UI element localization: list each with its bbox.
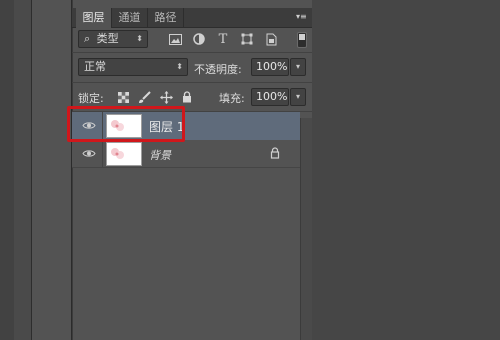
fill-dropdown-arrow[interactable]: ▾ xyxy=(290,88,306,106)
filter-kind-label: 类型 xyxy=(96,32,119,45)
divider xyxy=(102,140,103,168)
tab-layers[interactable]: 图层 xyxy=(76,8,112,28)
fill-label: 填充: xyxy=(219,92,245,105)
opacity-label: 不透明度: xyxy=(194,63,242,76)
panel-tab-bar: 图层 通道 路径 ▾≡ xyxy=(72,8,312,28)
tab-channels[interactable]: 通道 xyxy=(112,8,148,28)
search-icon: ⌕ xyxy=(84,32,91,45)
image-filter-icon[interactable] xyxy=(168,32,182,46)
filter-kind-dropdown[interactable]: ⌕ 类型 ⬍ xyxy=(78,30,148,48)
opacity-dropdown-arrow[interactable]: ▾ xyxy=(290,58,306,76)
opacity-input[interactable]: 100% xyxy=(251,58,289,76)
fill-input[interactable]: 100% xyxy=(251,88,289,106)
adjustment-filter-icon[interactable] xyxy=(192,32,206,46)
panel-menu-icon[interactable]: ▾≡ xyxy=(296,12,308,22)
layer-thumbnail[interactable] xyxy=(106,142,142,166)
lock-position-icon[interactable] xyxy=(159,90,173,104)
highlight-annotation-box xyxy=(67,106,185,142)
lock-all-icon[interactable] xyxy=(180,90,194,104)
blend-mode-value: 正常 xyxy=(84,60,106,73)
shape-filter-icon[interactable] xyxy=(240,32,254,46)
filter-toggle-switch[interactable] xyxy=(297,32,307,48)
blend-mode-dropdown[interactable]: 正常 ⬍ xyxy=(78,58,188,76)
type-filter-icon[interactable]: T xyxy=(216,32,230,47)
layers-scrollbar[interactable] xyxy=(300,118,312,340)
layer-lock-icon xyxy=(270,147,282,161)
layer-name[interactable]: 背景 xyxy=(149,147,171,163)
layer-row-background[interactable]: 背景 xyxy=(72,140,300,168)
toolbar-strip xyxy=(32,0,72,340)
divider xyxy=(72,52,312,53)
smart-object-filter-icon[interactable] xyxy=(264,32,278,46)
updown-arrow-icon: ⬍ xyxy=(136,34,143,43)
lock-label: 锁定: xyxy=(78,92,104,105)
workspace-gutter xyxy=(0,0,14,340)
left-panel-strip xyxy=(14,0,32,340)
layers-panel xyxy=(72,0,312,340)
divider xyxy=(72,82,312,83)
lock-transparency-icon[interactable] xyxy=(116,90,130,104)
canvas-area xyxy=(312,0,500,340)
updown-arrow-icon: ⬍ xyxy=(176,62,183,71)
visibility-eye-icon[interactable] xyxy=(82,147,96,159)
lock-paint-icon[interactable] xyxy=(137,90,151,104)
tab-paths[interactable]: 路径 xyxy=(148,8,184,28)
